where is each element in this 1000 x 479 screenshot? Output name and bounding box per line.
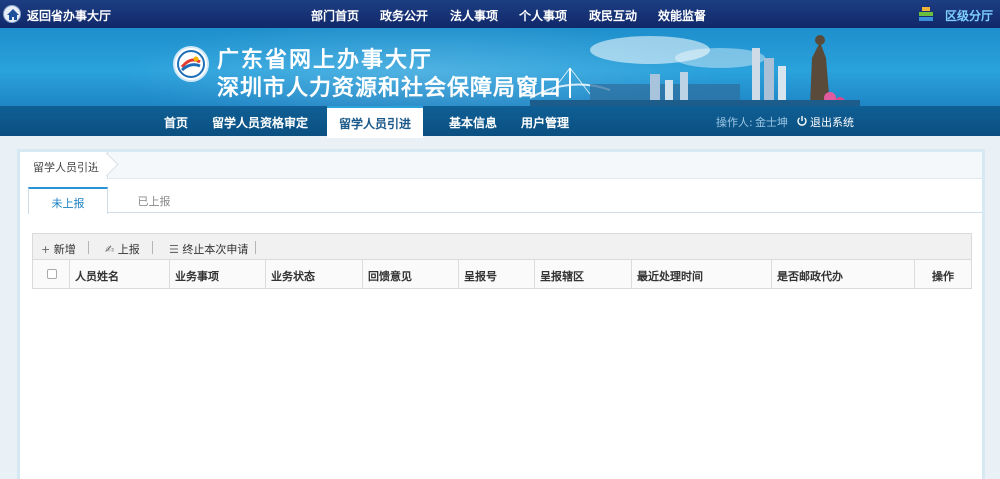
table-header-postal-agent: 是否邮政代办 [772,260,915,288]
signature-icon: ✍ [105,243,118,256]
table-header-report-number: 呈报号 [459,260,535,288]
main-nav-user-management[interactable]: 用户管理 [521,114,569,131]
breadcrumb-item[interactable]: 留学人员引进 [20,152,108,179]
power-icon [797,116,807,126]
main-nav: 首页 留学人员资格审定 留学人员引进 基本信息 用户管理 操作人: 金士坤 退出… [0,106,1000,138]
top-bar: 返回省办事大厅 部门首页 政务公开 法人事项 个人事项 政民互动 效能监督 区级… [0,0,1000,28]
operator-label: 操作人: [716,116,753,129]
banner-title-line2: 深圳市人力资源和社会保障局窗口 [217,76,563,101]
tab-not-submitted[interactable]: 未上报 [28,187,108,214]
main-nav-talent-introduction[interactable]: 留学人员引进 [327,106,423,138]
stack-icon [918,6,934,22]
table-header-actions: 操作 [932,270,954,283]
top-nav-interaction[interactable]: 政民互动 [589,7,637,24]
content-panel: 留学人员引进 未上报 已上报 + 新增 ✍ 上报 ☰ 终止本次申请 人员姓名 业… [17,149,985,479]
data-table: 人员姓名 业务事项 业务状态 回馈意见 呈报号 呈报辖区 最近处理时间 是否邮政… [32,260,972,289]
breadcrumb: 留学人员引进 [20,152,982,179]
table-header-business-item: 业务事项 [170,260,266,288]
select-all-checkbox[interactable] [47,269,57,279]
district-hall-link[interactable]: 区级分厅 [945,7,993,24]
add-button[interactable]: + 新增 [41,241,76,257]
top-nav-personal-matters[interactable]: 个人事项 [519,7,567,24]
logout-link[interactable]: 退出系统 [810,114,854,130]
main-nav-qualification-review[interactable]: 留学人员资格审定 [212,114,308,131]
top-nav-dept-home[interactable]: 部门首页 [311,7,359,24]
operator-name: 金士坤 [755,116,788,129]
toolbar-divider [255,241,256,254]
terminate-application-button[interactable]: ☰ 终止本次申请 [169,241,248,257]
guangdong-emblem-icon [173,46,209,82]
main-nav-basic-info[interactable]: 基本信息 [449,114,497,131]
table-header-last-processed: 最近处理时间 [632,260,772,288]
table-header-select [33,260,70,288]
table-header-report-district: 呈报辖区 [535,260,632,288]
toolbar-divider [88,241,89,254]
table-toolbar: + 新增 ✍ 上报 ☰ 终止本次申请 [32,233,972,260]
table-header-business-status: 业务状态 [266,260,363,288]
status-tabs: 未上报 已上报 [28,187,982,214]
list-icon: ☰ [169,243,183,256]
top-nav-supervision[interactable]: 效能监督 [658,7,706,24]
top-nav-gov-affairs[interactable]: 政务公开 [380,7,428,24]
table-header-feedback: 回馈意见 [363,260,459,288]
back-to-province-hall-link[interactable]: 返回省办事大厅 [27,7,111,24]
home-icon[interactable] [3,5,21,23]
plus-icon: + [41,243,54,256]
toolbar-divider [152,241,153,254]
top-nav-corporate-matters[interactable]: 法人事项 [450,7,498,24]
table-header-name: 人员姓名 [70,260,170,288]
city-skyline-illustration [530,35,860,106]
tab-submitted[interactable]: 已上报 [114,187,194,213]
main-nav-home[interactable]: 首页 [164,114,188,131]
submit-button[interactable]: ✍ 上报 [105,241,140,257]
header-banner: 广东省网上办事大厅 深圳市人力资源和社会保障局窗口 [0,28,1000,106]
